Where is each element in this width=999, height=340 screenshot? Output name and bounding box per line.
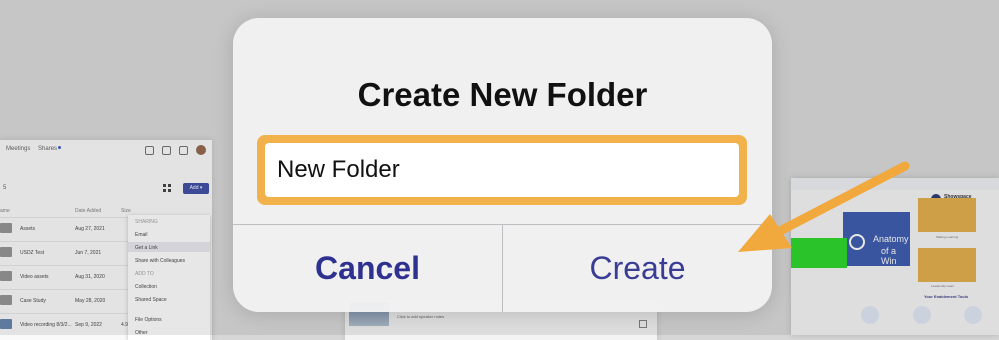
dialog-title: Create New Folder (357, 76, 648, 113)
input-highlight (257, 135, 747, 205)
folder-name-input[interactable] (265, 143, 739, 197)
create-button[interactable]: Create (503, 225, 772, 312)
cancel-button[interactable]: Cancel (233, 225, 502, 312)
create-folder-dialog: Create New Folder Cancel Create (233, 18, 772, 312)
